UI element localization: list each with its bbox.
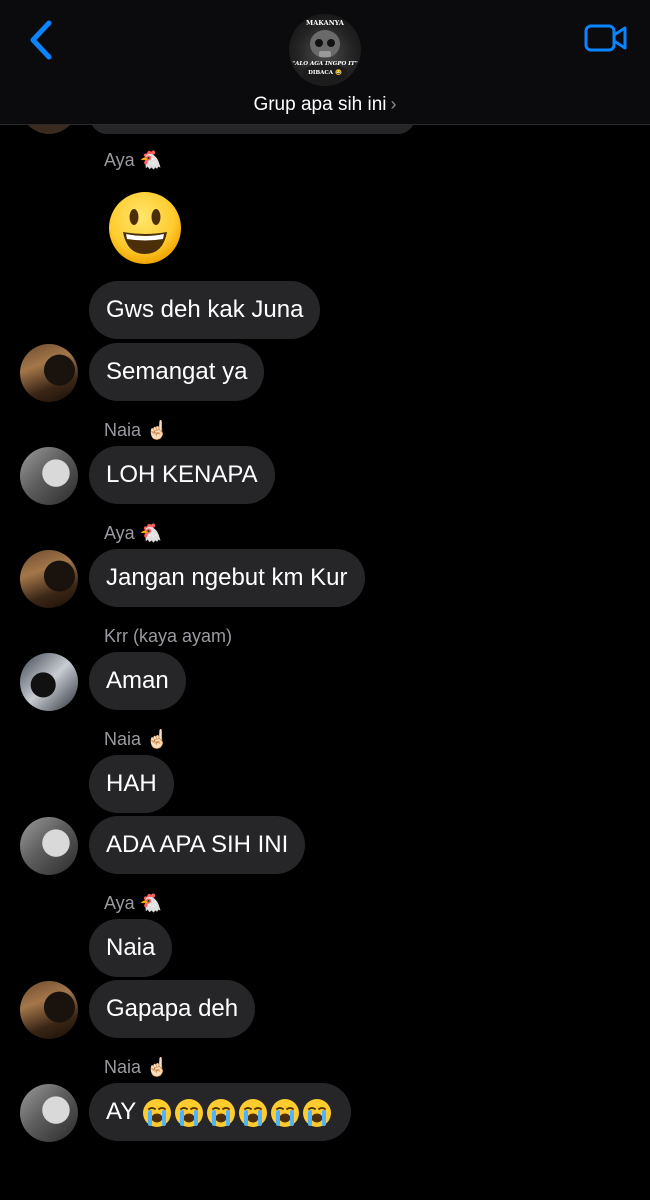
sender-name: Aya 🐔 — [104, 150, 163, 170]
loudly-crying-face-icon — [271, 1098, 300, 1127]
group-name: Grup apa sih ini — [253, 94, 387, 115]
back-button[interactable] — [18, 18, 62, 62]
sender-name: Aya 🐔 — [104, 523, 163, 543]
video-call-button[interactable] — [582, 18, 630, 58]
group-name-button[interactable]: Grup apa sih ini › — [0, 94, 650, 116]
avatar[interactable] — [20, 550, 78, 608]
message-bubble[interactable]: Gws deh kak Juna — [89, 281, 321, 339]
message-bubble[interactable]: Gapapa deh — [89, 980, 256, 1038]
message-bubble[interactable]: Aman — [89, 652, 186, 710]
sender-name: Krr (kaya ayam) — [104, 626, 233, 646]
crying-emoji-row — [142, 1098, 334, 1127]
loudly-crying-face-icon — [207, 1098, 236, 1127]
message-bubble[interactable]: Semangat ya — [89, 343, 265, 401]
avatar[interactable] — [20, 653, 78, 711]
message-bubble[interactable]: AY — [89, 1083, 352, 1141]
chevron-right-icon: › — [390, 94, 397, 114]
message-bubble[interactable]: HAH — [89, 755, 174, 813]
message-bubble[interactable]: LOH KENAPA — [89, 446, 275, 504]
message-emoji[interactable] — [107, 190, 183, 266]
video-camera-icon — [584, 24, 627, 52]
group-avatar[interactable]: MAKANYA "ALO AGA INGPO IT" DIBACA 😂 — [289, 14, 361, 86]
avatar[interactable] — [20, 344, 78, 402]
group-avatar-middle-text: "ALO AGA INGPO IT" — [292, 61, 358, 67]
smiling-face-icon — [109, 192, 181, 264]
sender-name: Naia ☝🏻 — [104, 1057, 169, 1077]
message-text: AY — [106, 1098, 136, 1125]
avatar[interactable] — [20, 1084, 78, 1142]
avatar[interactable] — [20, 447, 78, 505]
chevron-left-icon — [30, 20, 52, 60]
avatar[interactable] — [20, 981, 78, 1039]
message-bubble[interactable]: Naia — [89, 919, 173, 977]
avatar[interactable] — [20, 817, 78, 875]
loudly-crying-face-icon — [143, 1098, 172, 1127]
sender-name: Aya 🐔 — [104, 893, 163, 913]
sender-name: Naia ☝🏻 — [104, 729, 169, 749]
group-avatar-top-text: MAKANYA — [306, 19, 344, 27]
loudly-crying-face-icon — [239, 1098, 268, 1127]
message-bubble[interactable]: Jangan ngebut km Kur — [89, 549, 365, 607]
group-avatar-bottom-text: DIBACA 😂 — [308, 70, 342, 76]
loudly-crying-face-icon — [303, 1098, 332, 1127]
loudly-crying-face-icon — [175, 1098, 204, 1127]
sender-name: Naia ☝🏻 — [104, 420, 169, 440]
chat-header: MAKANYA "ALO AGA INGPO IT" DIBACA 😂 Grup… — [0, 0, 650, 125]
message-bubble[interactable]: ADA APA SIH INI — [89, 816, 306, 874]
